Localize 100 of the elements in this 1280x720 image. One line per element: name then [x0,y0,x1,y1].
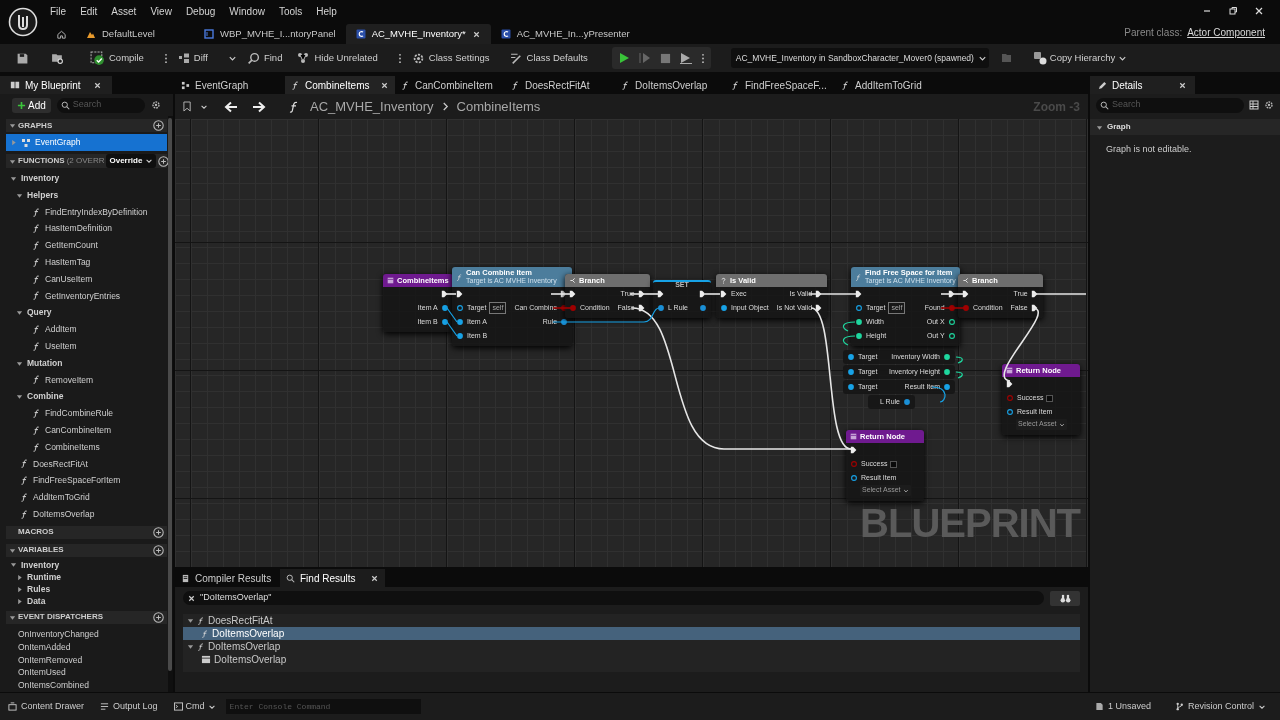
graph-tab[interactable]: DoItemsOverlap [615,76,725,94]
more-options-icon[interactable] [397,52,402,64]
function-item[interactable]: AddItem [6,321,167,338]
settings-icon[interactable] [150,100,161,110]
parent-class-link[interactable]: Actor Component [1187,25,1265,40]
menu-item[interactable]: View [150,3,172,19]
restore-icon[interactable] [1228,6,1238,16]
unsaved-button[interactable]: 1 Unsaved [1094,699,1151,714]
category-item[interactable]: Runtime [6,571,167,584]
result-item[interactable]: DoItemsOverlap [183,653,1080,666]
category-item[interactable]: Combine [6,388,167,406]
expander-icon[interactable] [16,573,23,581]
function-item[interactable]: FindCombineRule [6,405,167,422]
section-header[interactable]: Graph [1090,119,1280,135]
more-options-icon[interactable] [163,52,168,64]
add-icon[interactable] [153,120,164,131]
menu-item[interactable]: Tools [278,3,303,19]
graph-tab[interactable]: FindFreeSpaceF... [725,76,835,94]
panel-tab[interactable]: Details [1090,76,1195,94]
content-drawer-button[interactable]: Content Drawer [8,699,85,714]
copy-hierarchy-button[interactable]: Copy Hierarchy [1032,47,1128,69]
breadcrumb-link[interactable]: AC_MVHE_Inventory [310,96,434,117]
expander-icon[interactable] [187,643,194,650]
document-tab[interactable]: DefaultLevel [76,24,194,44]
expander-icon[interactable] [16,586,23,593]
menu-item[interactable]: Debug [185,3,216,19]
tree-item[interactable]: OnItemsCombined [6,679,167,692]
expander-icon[interactable] [9,546,16,554]
category-item[interactable]: Helpers [6,186,167,204]
function-item[interactable]: HasItemDefinition [6,220,167,238]
close-icon[interactable] [370,573,379,583]
toolbar-button[interactable]: Compile [86,47,148,69]
add-icon[interactable] [153,526,164,538]
checkbox[interactable] [890,460,898,468]
expander-icon[interactable] [1096,123,1103,131]
forward-arrow-icon[interactable] [252,100,266,113]
menu-item[interactable]: Window [229,3,265,19]
menu-item[interactable]: Asset [111,3,137,19]
expander-icon[interactable] [187,617,194,624]
toolbar-button[interactable]: Diff [173,47,212,69]
section-header[interactable]: MACROS [6,525,167,539]
search-field[interactable]: Search [1112,98,1240,112]
folder-search-icon[interactable] [51,51,64,65]
find-button[interactable] [1050,590,1080,606]
expander-icon[interactable] [16,359,23,367]
graph-tab[interactable]: EventGraph [175,76,285,94]
function-item[interactable]: GetInventoryEntries [6,287,167,305]
expander-icon[interactable] [10,561,17,569]
close-icon[interactable] [471,29,481,39]
category-item[interactable]: Mutation [6,354,167,372]
function-item[interactable]: GetItemCount [6,237,167,254]
toolbar-button[interactable]: Find [242,47,287,69]
search-field[interactable]: Search [72,98,141,112]
add-icon[interactable] [153,611,164,623]
graph-tab[interactable]: AddItemToGrid [835,76,945,94]
function-item[interactable]: FindFreeSpaceForItem [6,472,167,490]
add-button[interactable]: Add [12,97,51,113]
result-item[interactable]: DoItemsOverlap [183,627,1080,640]
close-icon[interactable] [380,80,389,90]
graph-tab[interactable]: CombineItems [285,76,395,94]
tree-item[interactable]: OnItemAdded [6,640,167,654]
panel-tab[interactable]: Compiler Results [175,569,280,587]
output-log-button[interactable]: Output Log [100,699,158,714]
more-options-icon[interactable] [700,52,705,64]
tree-item[interactable]: EventGraph [6,134,167,151]
search-box[interactable]: Search [1096,97,1244,113]
search-box[interactable]: Search [56,97,145,113]
expander-icon[interactable] [9,157,16,165]
function-item[interactable]: DoItemsOverlap [6,505,167,523]
category-item[interactable]: Data [6,595,167,608]
tree-item[interactable]: OnItemRemoved [6,653,167,667]
category-item[interactable]: Inventory [6,558,167,572]
toolbar-button[interactable]: Class Defaults [505,47,592,69]
expander-icon[interactable] [10,174,17,182]
menu-item[interactable]: File [50,3,67,19]
override-dropdown[interactable]: Override [106,154,157,168]
scrollbar-thumb[interactable] [168,118,172,671]
result-item[interactable]: DoItemsOverlap [183,640,1080,653]
section-header[interactable]: GRAPHS [6,119,167,132]
play-icon[interactable] [617,52,630,64]
panel-tab[interactable]: My Blueprint [0,76,112,94]
toolbar-button[interactable]: Class Settings [407,47,494,69]
expander-icon[interactable] [9,122,16,129]
document-tab[interactable]: AC_MVHE_In...yPresenter [490,24,640,44]
expander-icon[interactable] [9,613,16,621]
close-icon[interactable] [1254,6,1264,16]
category-item[interactable]: Inventory [6,170,167,187]
expander-icon[interactable] [16,191,23,199]
category-item[interactable]: Rules [6,583,167,596]
debug-object-dropdown[interactable]: AC_MVHE_Inventory in SandboxCharacter_Mover0 (spawned) [730,48,989,68]
expander-icon[interactable] [16,598,23,606]
document-tab[interactable]: AC_MVHE_Inventory* [345,24,491,44]
bookmark-icon[interactable] [183,101,192,112]
section-header[interactable]: VARIABLES [6,543,167,557]
function-item[interactable]: FindEntryIndexByDefinition [6,203,167,221]
menu-item[interactable]: Edit [80,3,98,19]
revision-control-button[interactable]: Revision Control [1174,699,1266,714]
function-item[interactable]: CombineItems [6,438,167,456]
function-item[interactable]: HasItemTag [6,254,167,271]
function-item[interactable]: CanCombineItem [6,421,167,439]
